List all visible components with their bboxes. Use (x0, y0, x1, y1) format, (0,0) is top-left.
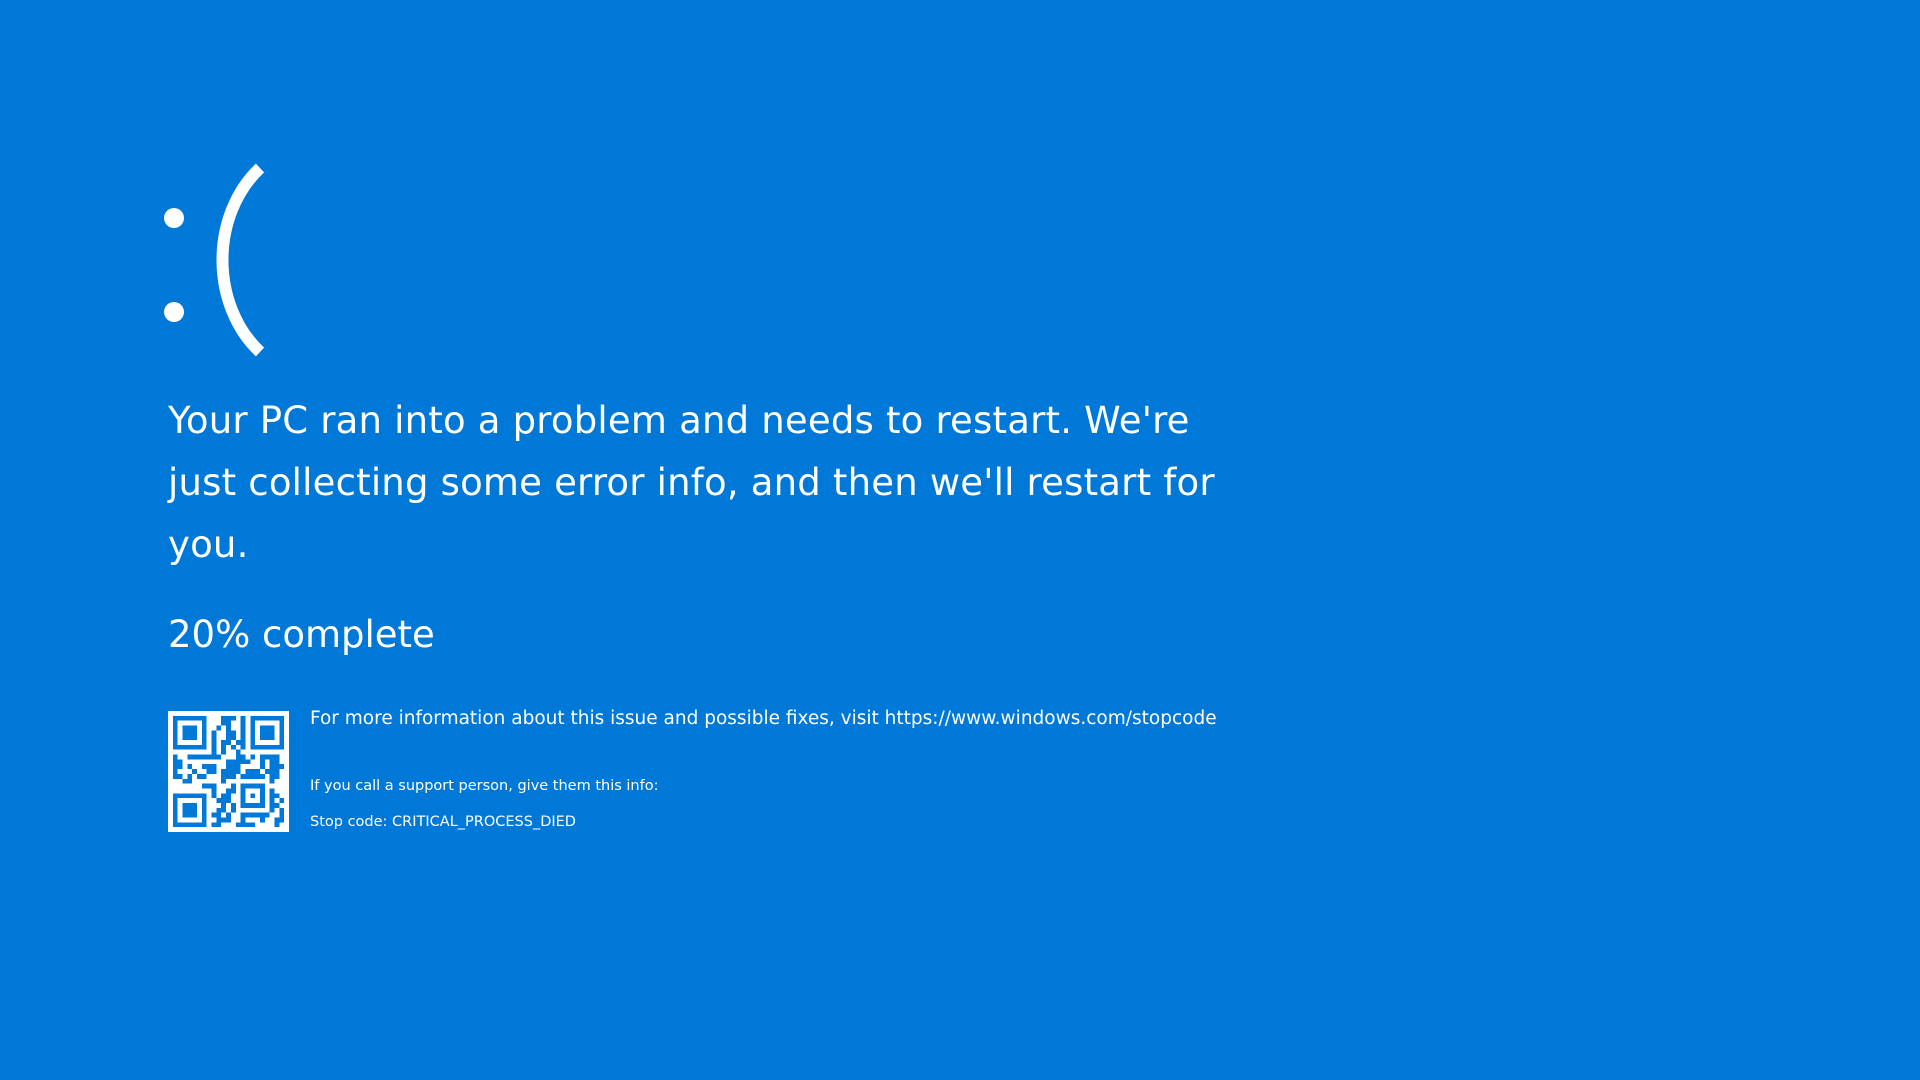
sad-face-eye-top (164, 208, 184, 228)
bsod-screen: Your PC ran into a problem and needs to … (0, 0, 1920, 1080)
qr-code-icon (168, 711, 289, 832)
sad-face-icon (164, 163, 265, 357)
support-hint-text: If you call a support person, give them … (310, 778, 659, 794)
stop-code-text: Stop code: CRITICAL_PROCESS_DIED (310, 814, 576, 830)
sad-face-eye-bottom (164, 302, 184, 322)
progress-status: 20% complete (168, 613, 435, 656)
more-info-text: For more information about this issue an… (310, 708, 1217, 729)
sad-face-mouth (216, 163, 265, 357)
error-message: Your PC ran into a problem and needs to … (168, 399, 1215, 566)
